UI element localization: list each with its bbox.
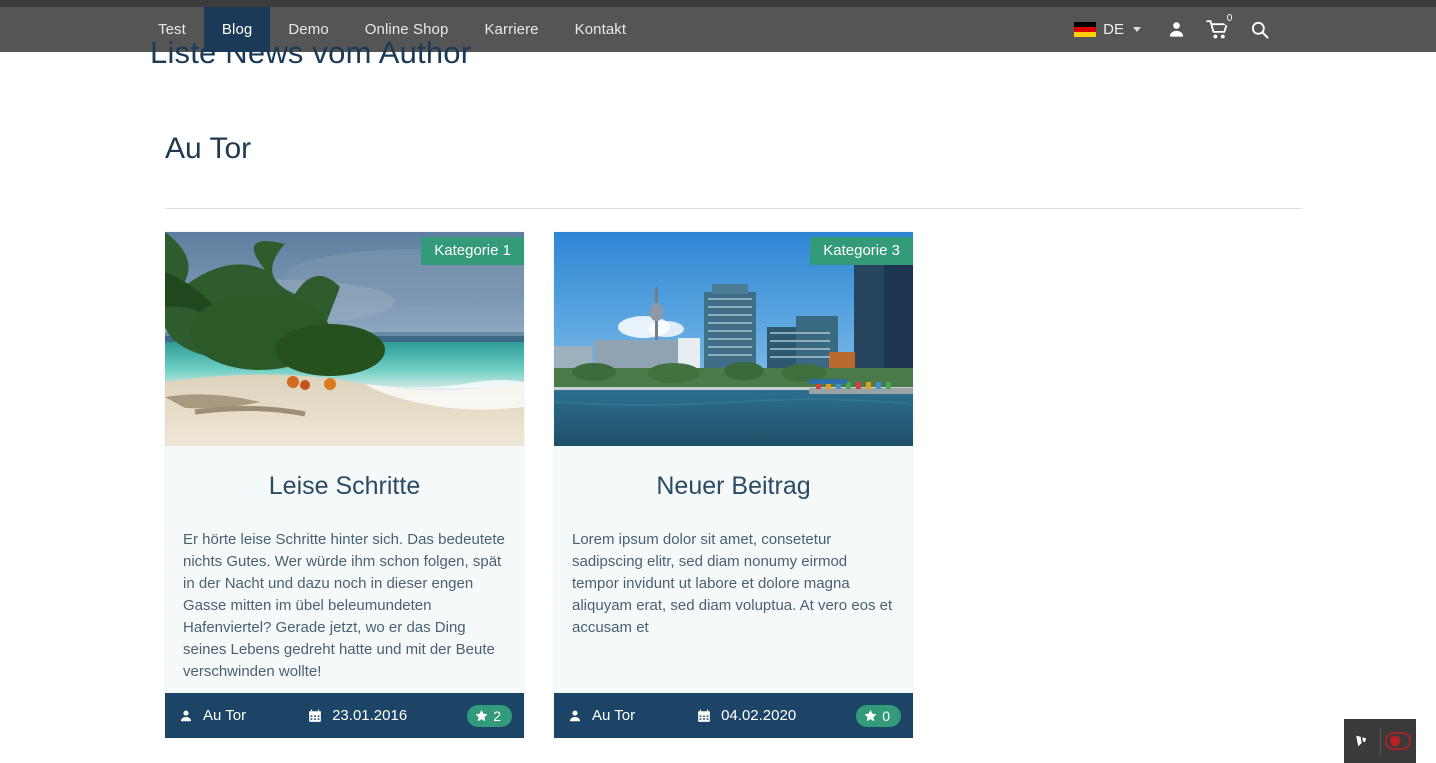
card-author: Au Tor (568, 707, 635, 724)
nav-item-label: Karriere (484, 21, 539, 38)
news-card[interactable]: Kategorie 3 Neuer Beitrag Lorem ipsum do… (554, 232, 913, 738)
card-date: 23.01.2016 (308, 707, 407, 724)
card-teaser-text: Er hörte leise Schritte hinter sich. Das… (183, 531, 505, 680)
red-toggle-icon (1385, 732, 1411, 750)
card-image-beach[interactable]: Kategorie 1 (165, 232, 524, 446)
german-flag-icon (1074, 22, 1097, 37)
news-card[interactable]: Kategorie 1 Leise Schritte Er hörte leis… (165, 232, 524, 738)
card-date-value: 23.01.2016 (332, 707, 408, 724)
preview-toggle-button[interactable] (1380, 719, 1416, 763)
account-button[interactable] (1155, 7, 1197, 52)
language-switcher[interactable]: DE (1060, 7, 1155, 52)
nav-item-kontakt[interactable]: Kontakt (557, 7, 645, 52)
card-image-city[interactable]: Kategorie 3 (554, 232, 913, 446)
cart-button[interactable]: 0 (1197, 7, 1239, 52)
card-author-name: Au Tor (592, 707, 636, 724)
nav-utility-group: DE 0 (1060, 7, 1281, 52)
card-date: 04.02.2020 (697, 707, 796, 724)
category-badge[interactable]: Kategorie 3 (810, 237, 913, 265)
page-title: Liste News vom Author (150, 35, 472, 70)
rating-value: 0 (882, 707, 890, 724)
search-button[interactable] (1239, 7, 1281, 52)
rating-value: 2 (493, 707, 501, 724)
calendar-icon (309, 709, 321, 722)
chevron-down-icon (1133, 27, 1141, 32)
card-footer: Au Tor 23.01.2016 2 (165, 693, 524, 738)
top-strip (0, 0, 1436, 7)
language-label: DE (1103, 21, 1124, 38)
nav-item-karriere[interactable]: Karriere (466, 7, 556, 52)
card-footer: Au Tor 04.02.2020 0 (554, 693, 913, 738)
card-author-name: Au Tor (203, 707, 247, 724)
cart-count-badge: 0 (1222, 11, 1237, 26)
search-icon (1251, 21, 1269, 38)
category-badge[interactable]: Kategorie 1 (421, 237, 524, 265)
star-icon (864, 709, 877, 722)
heading-divider (165, 208, 1301, 209)
nav-item-label: Kontakt (574, 21, 627, 38)
user-icon (569, 710, 581, 721)
rating-badge[interactable]: 2 (467, 704, 512, 727)
card-author: Au Tor (179, 707, 246, 724)
user-icon (180, 710, 192, 721)
calendar-icon (698, 709, 710, 722)
star-icon (475, 709, 488, 722)
user-icon (1169, 22, 1183, 37)
backend-toolbar (1344, 719, 1416, 763)
author-heading: Au Tor (165, 132, 252, 165)
card-teaser-text: Lorem ipsum dolor sit amet, consetetur s… (572, 531, 893, 636)
card-title[interactable]: Neuer Beitrag (554, 446, 913, 505)
card-title[interactable]: Leise Schritte (165, 446, 524, 505)
card-date-value: 04.02.2020 (721, 707, 797, 724)
rating-badge[interactable]: 0 (856, 704, 901, 727)
toolbar-divider (1380, 727, 1381, 755)
contao-logo-button[interactable] (1344, 719, 1380, 763)
contao-logo-icon (1356, 735, 1367, 747)
news-card-list: Kategorie 1 Leise Schritte Er hörte leis… (165, 232, 913, 738)
